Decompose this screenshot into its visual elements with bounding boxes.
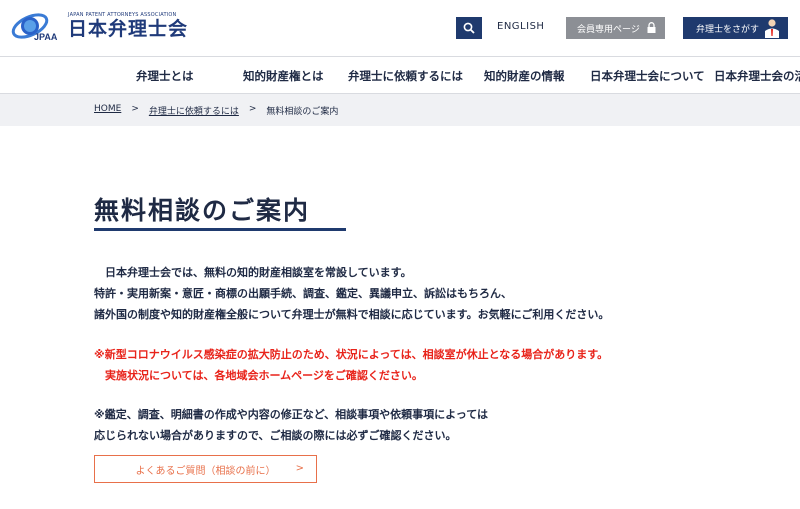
search-icon	[463, 22, 475, 34]
logo-abbr: JPAA	[34, 32, 58, 42]
intro-line-2: 特許・実用新案・意匠・商標の出願手続、調査、鑑定、異議申立、訴訟はもちろん、	[94, 287, 512, 300]
breadcrumb: HOME > 弁理士に依頼するには > 無料相談のご案内	[94, 104, 338, 117]
breadcrumb-separator: >	[131, 104, 139, 114]
breadcrumb-bar: HOME > 弁理士に依頼するには > 無料相談のご案内	[0, 94, 800, 126]
search-button[interactable]	[456, 17, 482, 39]
lock-icon	[647, 22, 656, 33]
intro-line-3: 諸外国の制度や知的財産権全般について弁理士が無料で相談に応じています。お気軽にご…	[94, 308, 610, 321]
logo-title: 日本弁理士会	[68, 18, 189, 40]
chevron-right-icon: >	[295, 463, 304, 474]
note-line-1: ※鑑定、調査、明細書の作成や内容の修正など、相談事項や依頼事項によっては	[94, 408, 489, 421]
title-underline	[94, 228, 346, 231]
find-attorney-label: 弁理士をさがす	[696, 24, 760, 35]
intro-line-1: 日本弁理士会では、無料の知的財産相談室を常設しています。	[94, 266, 412, 279]
logo-emblem-icon: JPAA	[8, 8, 64, 44]
covid-notice-line-2: 実施状況については、各地域会ホームページをご確認ください。	[94, 369, 423, 382]
faq-label: よくあるご質問（相談の前に）	[135, 465, 276, 477]
member-page-button[interactable]: 会員専用ページ	[566, 17, 665, 39]
nav-item-jpaa-activities[interactable]: 日本弁理士会の活	[714, 68, 800, 84]
breadcrumb-home[interactable]: HOME	[94, 104, 121, 117]
breadcrumb-parent[interactable]: 弁理士に依頼するには	[149, 104, 239, 117]
jpaa-logo[interactable]: JPAA JAPAN PATENT ATTORNEYS ASSOCIATION …	[8, 8, 187, 44]
nav-item-ip-information[interactable]: 知的財産の情報	[484, 68, 565, 84]
breadcrumb-current: 無料相談のご案内	[266, 107, 339, 117]
person-icon	[765, 19, 779, 38]
covid-notice-line-1: ※新型コロナウイルス感染症の拡大防止のため、状況によっては、相談室が休止となる場…	[94, 348, 609, 361]
find-attorney-button[interactable]: 弁理士をさがす	[683, 17, 788, 39]
breadcrumb-separator: >	[248, 104, 257, 114]
site-header: JPAA JAPAN PATENT ATTORNEYS ASSOCIATION …	[0, 0, 800, 56]
global-nav: 弁理士とは 知的財産権とは 弁理士に依頼するには 知的財産の情報 日本弁理士会に…	[0, 56, 800, 94]
member-page-label: 会員専用ページ	[577, 24, 640, 35]
nav-item-how-to-request[interactable]: 弁理士に依頼するには	[348, 68, 463, 84]
note-line-2: 応じられない場合がありますので、ご相談の際には必ずご確認ください。	[94, 429, 457, 442]
nav-item-ip-rights[interactable]: 知的財産権とは	[243, 68, 324, 84]
page-title: 無料相談のご案内	[94, 196, 311, 225]
faq-button[interactable]: よくあるご質問（相談の前に） >	[94, 455, 317, 483]
nav-item-about-jpaa[interactable]: 日本弁理士会について	[590, 68, 705, 84]
nav-item-about-attorney[interactable]: 弁理士とは	[136, 68, 194, 84]
english-link[interactable]: ENGLISH	[497, 21, 544, 32]
